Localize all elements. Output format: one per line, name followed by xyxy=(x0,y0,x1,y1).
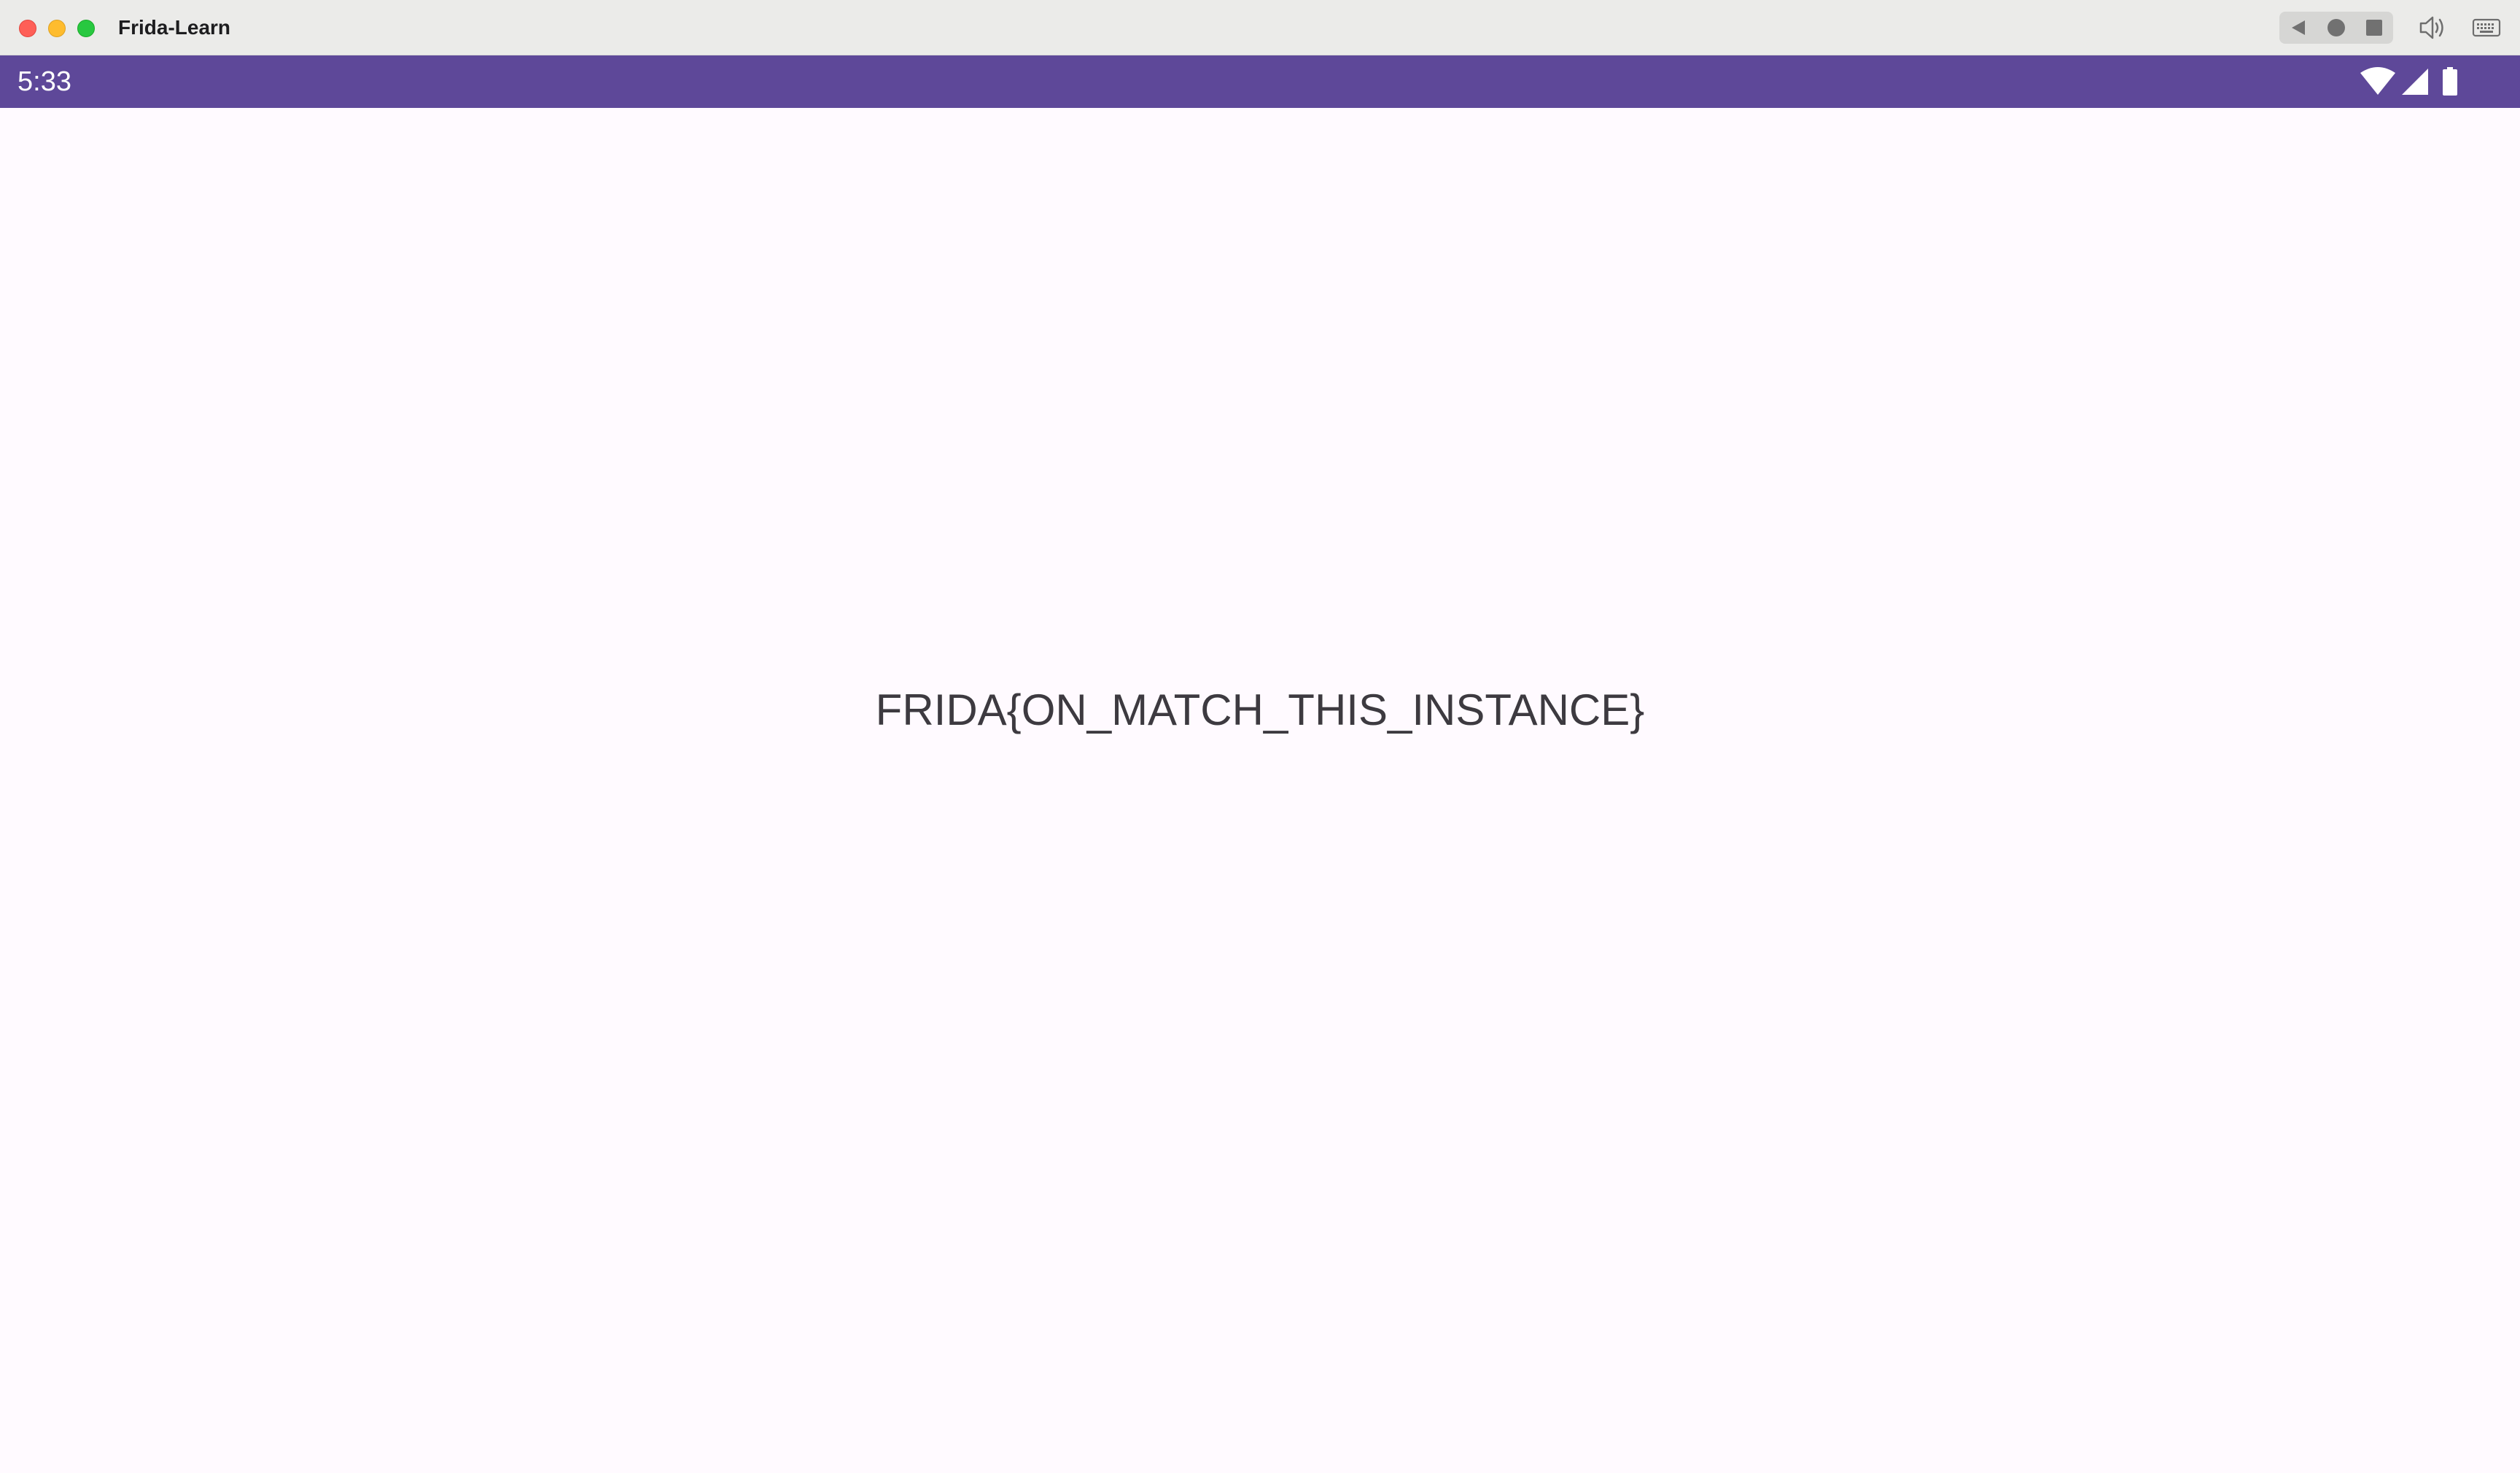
close-window-button[interactable] xyxy=(19,20,36,37)
status-clock: 5:33 xyxy=(18,66,71,97)
app-content: FRIDA{ON_MATCH_THIS_INSTANCE} xyxy=(0,108,2520,1473)
volume-icon xyxy=(2419,16,2443,39)
minimize-window-button[interactable] xyxy=(48,20,66,37)
home-button[interactable] xyxy=(2317,12,2355,44)
back-button[interactable] xyxy=(2279,12,2317,44)
keyboard-icon xyxy=(2472,18,2501,37)
maximize-window-button[interactable] xyxy=(77,20,95,37)
window-titlebar: Frida-Learn xyxy=(0,0,2520,55)
android-status-bar: 5:33 xyxy=(0,55,2520,108)
square-overview-icon xyxy=(2366,20,2382,36)
android-nav-buttons xyxy=(2279,12,2393,44)
window-title: Frida-Learn xyxy=(118,16,231,39)
app-window: Frida-Learn 5:33 FRIDA{ON_MATCH_THIS_INS… xyxy=(0,0,2520,1473)
overview-button[interactable] xyxy=(2355,12,2393,44)
battery-icon xyxy=(2441,66,2459,98)
keyboard-button[interactable] xyxy=(2470,12,2502,44)
wifi-icon xyxy=(2360,66,2396,98)
status-icons xyxy=(2360,66,2505,98)
flag-message: FRIDA{ON_MATCH_THIS_INSTANCE} xyxy=(875,685,1645,734)
cellular-signal-icon xyxy=(2400,66,2430,98)
circle-home-icon xyxy=(2328,19,2345,36)
volume-button[interactable] xyxy=(2416,12,2449,44)
triangle-back-icon xyxy=(2292,20,2305,35)
